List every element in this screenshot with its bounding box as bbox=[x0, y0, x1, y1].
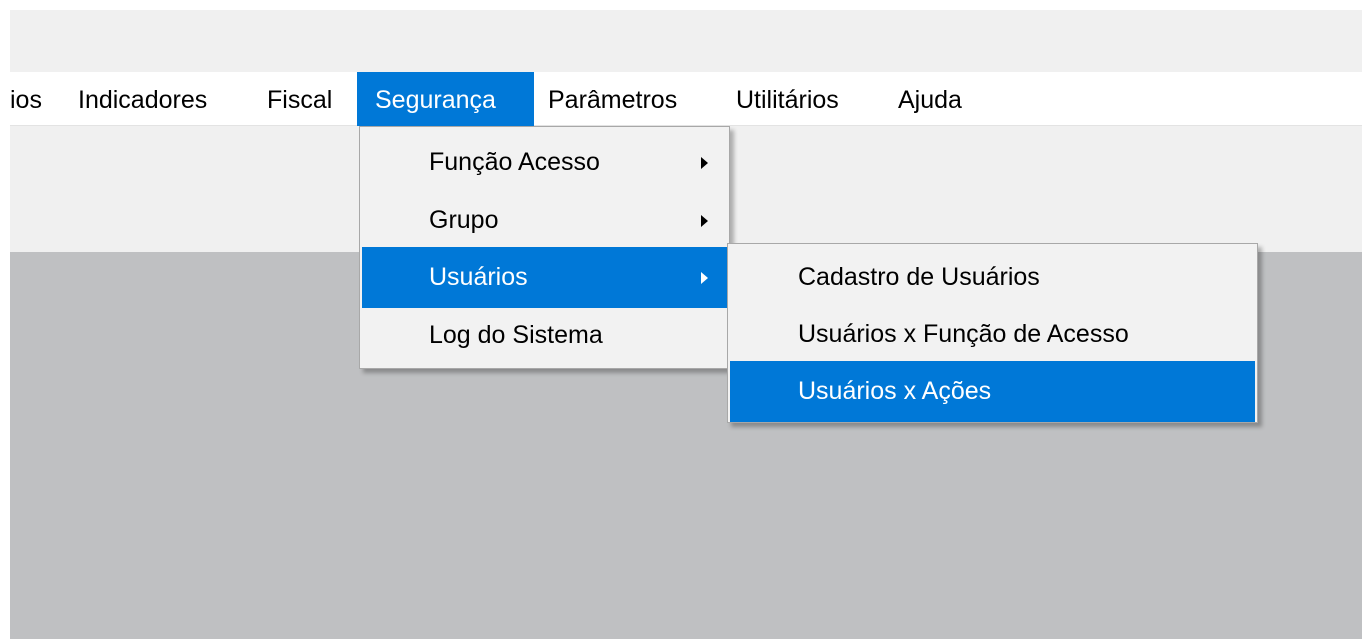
menu-item-label: Grupo bbox=[429, 206, 499, 234]
submenu-arrow-icon bbox=[701, 157, 708, 169]
submenu-item-label: Usuários x Ações bbox=[798, 377, 992, 405]
submenu-item-label: Usuários x Função de Acesso bbox=[798, 320, 1129, 348]
seguranca-dropdown: Função Acesso Grupo Usuários Log do Sist… bbox=[359, 126, 730, 369]
menu-item-label: Usuários bbox=[429, 263, 528, 291]
menu-seguranca[interactable]: Segurança bbox=[357, 72, 534, 126]
submenu-item-cadastro-de-usuarios[interactable]: Cadastro de Usuários bbox=[730, 247, 1255, 308]
menu-item-label: Log do Sistema bbox=[429, 321, 603, 349]
usuarios-submenu: Cadastro de Usuários Usuários x Função d… bbox=[727, 243, 1258, 423]
menu-item-usuarios[interactable]: Usuários bbox=[362, 247, 727, 308]
submenu-arrow-icon bbox=[701, 272, 708, 284]
title-strip bbox=[10, 10, 1362, 72]
menu-item-grupo[interactable]: Grupo bbox=[362, 190, 727, 251]
menu-parametros[interactable]: Parâmetros bbox=[540, 72, 685, 126]
menu-cadastros-partial[interactable]: ios bbox=[10, 72, 50, 126]
menu-item-label: Função Acesso bbox=[429, 148, 600, 176]
submenu-item-usuarios-x-funcao-de-acesso[interactable]: Usuários x Função de Acesso bbox=[730, 304, 1255, 365]
menu-item-funcao-acesso[interactable]: Função Acesso bbox=[362, 132, 727, 193]
menu-ajuda[interactable]: Ajuda bbox=[890, 72, 970, 126]
menu-bar: ios Indicadores Fiscal Segurança Parâmet… bbox=[10, 72, 1362, 126]
submenu-item-usuarios-x-acoes[interactable]: Usuários x Ações bbox=[730, 361, 1255, 422]
menu-fiscal[interactable]: Fiscal bbox=[259, 72, 340, 126]
menu-indicadores[interactable]: Indicadores bbox=[70, 72, 215, 126]
submenu-arrow-icon bbox=[701, 215, 708, 227]
submenu-item-label: Cadastro de Usuários bbox=[798, 263, 1040, 291]
menu-item-log-do-sistema[interactable]: Log do Sistema bbox=[362, 305, 727, 366]
menu-utilitarios[interactable]: Utilitários bbox=[728, 72, 847, 126]
